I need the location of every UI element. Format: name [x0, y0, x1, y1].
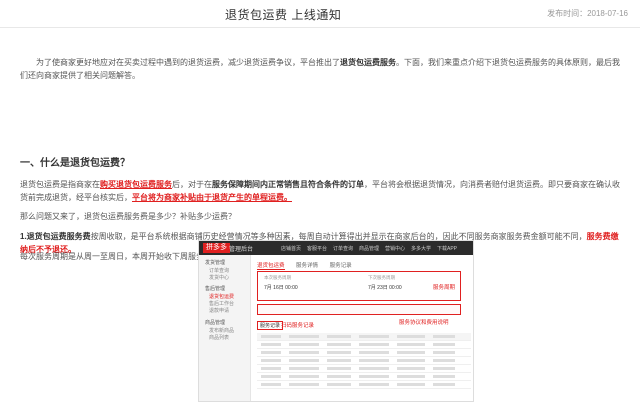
- agreement-bar: [257, 304, 461, 315]
- sidebar-item[interactable]: 商品列表: [209, 334, 229, 341]
- admin-logo: 拼多多: [203, 243, 230, 253]
- sidebar-item[interactable]: 订单查询: [209, 267, 229, 274]
- table-row: [257, 349, 471, 357]
- admin-sidebar: 发货管理 订单查询 发货中心 售后管理 退货包运费 售后工作台 退款申请 商品管…: [199, 255, 251, 401]
- admin-screenshot: 拼多多 管理后台 店铺首页 客服平台 订单查询 商品管理 营销中心 多多大学 下…: [198, 240, 474, 402]
- page-title: 退货包运费 上线通知: [225, 8, 342, 22]
- table-row: [257, 357, 471, 365]
- table-header-row: [257, 333, 471, 341]
- publish-time: 发布时间：2018-07-16: [547, 9, 628, 18]
- section-heading: 一、什么是退货包运费？: [20, 158, 130, 169]
- table-row: [257, 373, 471, 381]
- sidebar-item[interactable]: 退款申请: [209, 307, 229, 314]
- admin-logo-text: 管理后台: [229, 247, 254, 253]
- admin-topbar: 拼多多 管理后台 店铺首页 客服平台 订单查询 商品管理 营销中心 多多大学 下…: [199, 241, 473, 255]
- table-row: [257, 365, 471, 373]
- table-row: [257, 341, 471, 349]
- sidebar-item[interactable]: 售后工作台: [209, 300, 234, 307]
- intro-text-a: 为了使商家更好地应对在买卖过程中遇到的退货运费，减少退货运费争议，平台推出了: [36, 58, 340, 67]
- annotation-record: 扫码服务记录: [281, 323, 315, 329]
- nav-item[interactable]: 营销中心: [385, 245, 405, 252]
- page: 退货包运费 上线通知 发布时间：2018-07-16 为了使商家更好地应对在买卖…: [0, 0, 640, 402]
- nav-item[interactable]: 店铺首页: [281, 245, 301, 252]
- def-text-c: 后，对于在: [172, 180, 212, 189]
- sidebar-group: 售后管理: [205, 286, 226, 292]
- nav-item[interactable]: 客服平台: [307, 245, 327, 252]
- nav-item[interactable]: 多多大学: [411, 245, 431, 252]
- table-row: [257, 381, 471, 389]
- annotation-cycle: 服务周期: [433, 285, 456, 291]
- def-text-f: 平台将为商家补贴由于退货产生的单程运费。: [132, 193, 292, 202]
- admin-tabs: 退货包运费 服务详情 服务记录: [257, 261, 362, 270]
- next-cycle-label: 下次服务周期: [368, 275, 395, 280]
- current-cycle-value: 7月 16日 00:00: [264, 285, 298, 291]
- record-table: [257, 333, 471, 389]
- question-paragraph: 那么问题又来了，退货包运费服务费是多少？补贴多少运费？: [20, 212, 236, 221]
- def-text-a: 退货包运费是指商家在: [20, 180, 100, 189]
- intro-text-b: 退货包运费服务: [340, 58, 396, 67]
- tab-return-shipping[interactable]: 退货包运费: [257, 263, 285, 270]
- next-cycle-value[interactable]: 7月 23日 00:00: [368, 284, 402, 291]
- intro-paragraph: 为了使商家更好地应对在买卖过程中遇到的退货运费，减少退货运费争议，平台推出了退货…: [20, 56, 620, 82]
- sidebar-group: 发货管理: [205, 260, 226, 266]
- fee-text-a: 1.退货包运费服务费: [20, 232, 91, 241]
- sidebar-item[interactable]: 发货中心: [209, 274, 229, 281]
- nav-item[interactable]: 订单查询: [333, 245, 353, 252]
- def-text-b: 购买退货包运费服务: [100, 180, 172, 189]
- tab-details[interactable]: 服务详情: [296, 263, 318, 269]
- sidebar-item-return-shipping[interactable]: 退货包运费: [209, 293, 234, 300]
- sidebar-group: 商品管理: [205, 320, 226, 326]
- sidebar-item[interactable]: 发布新商品: [209, 327, 234, 334]
- service-cycle-card: 本次服务周期 7月 16日 00:00 下次服务周期 7月 23日 00:00: [257, 271, 461, 301]
- def-text-d: 服务保障期间内正常销售且符合条件的订单: [212, 180, 364, 189]
- current-cycle-label: 本次服务周期: [264, 275, 291, 280]
- article-header: 退货包运费 上线通知 发布时间：2018-07-16: [0, 0, 640, 28]
- definition-paragraph: 退货包运费是指商家在购买退货包运费服务后，对于在服务保障期间内正常销售且符合条件…: [20, 178, 620, 204]
- nav-item[interactable]: 下载APP: [437, 245, 457, 252]
- nav-item[interactable]: 商品管理: [359, 245, 379, 252]
- service-record-label[interactable]: 服务记录: [257, 321, 284, 330]
- annotation-agreement: 服务协议和费用说明: [399, 320, 449, 326]
- tab-records[interactable]: 服务记录: [330, 263, 352, 269]
